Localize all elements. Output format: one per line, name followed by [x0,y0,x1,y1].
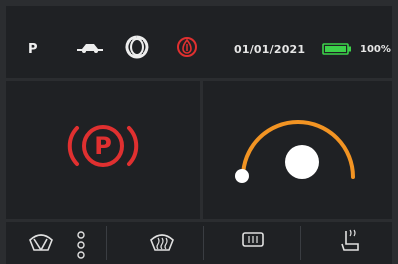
status-bar: P 01/01/2021 100% [6,6,392,78]
headlight-icon [125,35,149,59]
dial-knob[interactable] [285,145,319,179]
climate-control-bar [6,222,392,264]
volume-dial[interactable] [227,105,367,205]
vehicle-icon [77,44,103,53]
parking-brake-panel: P [6,81,200,219]
battery-percent: 100% [360,44,391,55]
date-display: 01/01/2021 [234,43,306,56]
rear-defrost-button[interactable] [242,232,264,250]
oil-warning-icon [177,37,197,57]
dashboard-screen: P 01/01/2021 100% P [0,0,398,264]
front-defrost-button[interactable] [149,230,175,254]
volume-dial-panel [203,81,392,219]
bottom-divider [203,226,204,260]
parking-brake-letter: P [94,132,112,160]
wiper-speed-button[interactable] [76,230,86,260]
battery-icon [322,43,351,55]
bottom-divider [106,226,107,260]
seat-heater-button[interactable] [340,228,362,254]
dial-level-marker[interactable] [235,169,249,183]
front-wiper-button[interactable] [28,230,54,254]
gear-indicator: P [28,42,38,57]
bottom-divider [300,226,301,260]
parking-brake-icon: P [67,125,139,167]
